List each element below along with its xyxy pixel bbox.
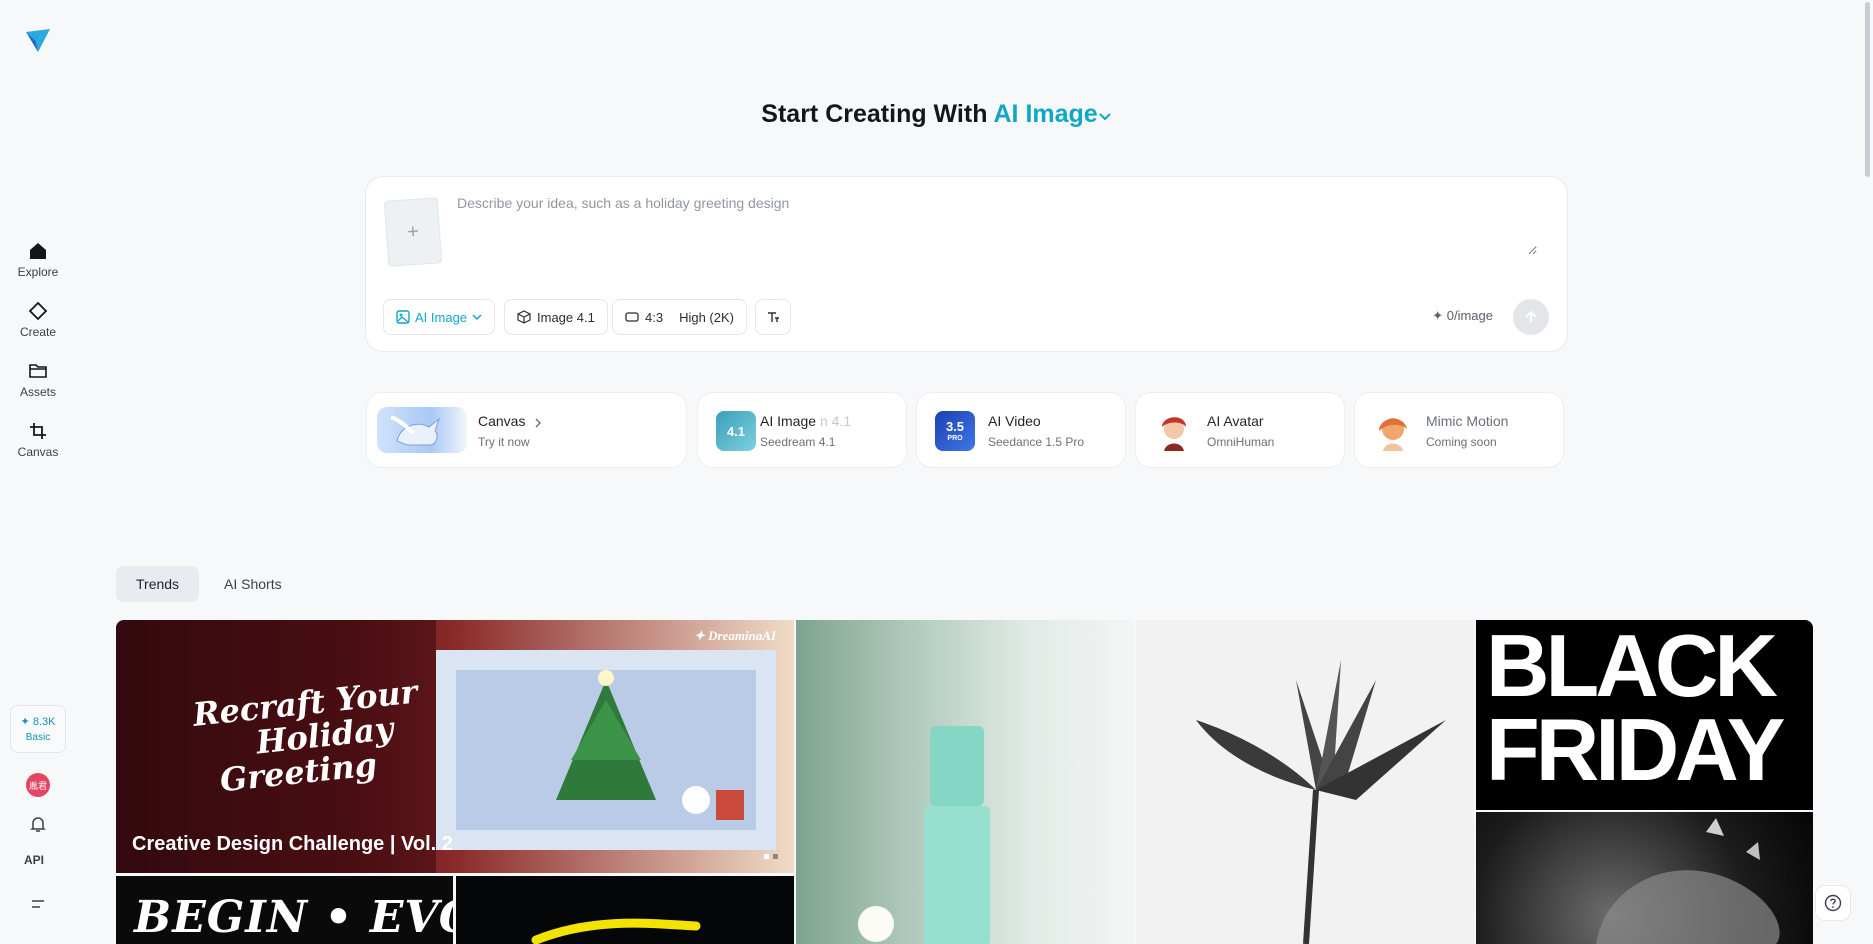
seedance-thumb-text: 3.5 <box>945 419 965 434</box>
folder-icon <box>27 360 49 382</box>
mimic-motion-thumbnail <box>1373 411 1413 451</box>
dreamina-logo[interactable] <box>24 26 52 54</box>
diamond-icon <box>27 300 49 322</box>
crop-icon <box>27 420 49 442</box>
feature-card-title: Mimic Motion <box>1426 413 1509 429</box>
feature-card-title: AI Image <box>760 413 817 429</box>
feature-card-canvas[interactable]: Canvas Try it now <box>366 392 687 468</box>
prompt-input[interactable] <box>457 195 1537 255</box>
headline-prefix: Start Creating With <box>761 100 988 128</box>
canvas-pegasus-thumbnail <box>377 407 467 453</box>
menu-icon[interactable] <box>26 892 50 916</box>
avatar-character-thumbnail <box>1154 411 1194 451</box>
tab-trends[interactable]: Trends <box>116 566 200 602</box>
feed-item-bird-of-paradise[interactable] <box>1136 620 1474 944</box>
nav-explore-label: Explore <box>17 265 59 279</box>
banner-caption: Creative Design Challenge | Vol. 2 <box>132 833 453 855</box>
seedance-thumb-badge: PRO <box>947 435 963 442</box>
feature-card-title: AI Video <box>988 413 1041 429</box>
aspect-ratio-icon <box>625 311 639 323</box>
quality-label: High (2K) <box>679 309 734 325</box>
black-friday-line: FRIDAY <box>1486 700 1785 799</box>
feature-card-mimic-motion[interactable]: Mimic Motion Coming soon <box>1354 392 1564 468</box>
feed-item-neon-stroke[interactable] <box>456 876 794 944</box>
bell-icon[interactable] <box>26 812 50 836</box>
ratio-label: 4:3 <box>645 309 664 325</box>
cost-per-image: ✦ 0/image <box>1432 308 1493 323</box>
model-chip-label: Image 4.1 <box>537 309 595 325</box>
arrow-up-icon <box>1524 310 1538 324</box>
feature-card-title: Canvas <box>478 413 526 429</box>
feature-card-ai-image[interactable]: 4.1 AI Image n 4.1 Seedream 4.1 <box>697 392 907 468</box>
seedance-thumbnail: 3.5 PRO <box>935 411 975 451</box>
nav-explore[interactable]: Explore <box>0 240 76 279</box>
prompt-box: + AI Image Image 4.1 4:3 High (2K) ✦ 0/i… <box>365 176 1568 352</box>
page-title: Start Creating With AI Image <box>0 100 1873 129</box>
help-icon <box>1824 894 1842 912</box>
page-scrollbar[interactable] <box>1861 0 1873 944</box>
chevron-right-icon <box>534 415 542 433</box>
feed-item-begin-evolve[interactable]: BEGIN • EVOLVE • <box>116 876 453 944</box>
black-friday-line: BLACK <box>1486 620 1778 715</box>
begin-evolve-text: BEGIN • EVOLVE • <box>134 892 453 943</box>
feature-card-subtitle: Seedream 4.1 <box>760 435 836 449</box>
feed-item-black-friday[interactable]: BLACK FRIDAY <box>1476 620 1813 810</box>
brand-watermark: ✦ DreaminaAI <box>693 628 776 643</box>
feature-card-subtitle: Coming soon <box>1426 435 1497 449</box>
send-button[interactable] <box>1513 299 1549 335</box>
credits-badge[interactable]: ✦ 8.3K Basic <box>10 705 66 753</box>
seedream-thumb-text: 4.1 <box>726 423 746 439</box>
feature-card-title: AI Avatar <box>1207 413 1264 429</box>
feature-card-subtitle: Try it now <box>478 435 530 449</box>
scrollbar-thumb[interactable] <box>1865 2 1870 177</box>
black-friday-text: BLACK FRIDAY <box>1486 620 1785 799</box>
nav-create-label: Create <box>19 325 57 339</box>
nav-assets-label: Assets <box>19 385 56 399</box>
mode-dropdown[interactable]: AI Image <box>994 100 1112 128</box>
seedream-thumbnail: 4.1 <box>716 411 756 451</box>
mode-chip-label: AI Image <box>415 309 468 325</box>
feature-card-overlay-text: n 4.1 <box>820 413 852 429</box>
ratio-quality-chip[interactable]: 4:3 High (2K) <box>612 299 747 335</box>
text-format-icon <box>766 310 780 324</box>
avatar[interactable]: 胤君 <box>26 773 50 797</box>
feature-card-ai-video[interactable]: 3.5 PRO AI Video Seedance 1.5 Pro <box>916 392 1126 468</box>
nav-canvas[interactable]: Canvas <box>0 420 76 459</box>
sidebar: Explore Create Assets Canvas ✦ 8.3K Basi… <box>0 0 76 944</box>
cube-icon <box>517 310 531 324</box>
api-link[interactable]: API <box>24 853 44 867</box>
feature-card-subtitle: Seedance 1.5 Pro <box>988 435 1085 449</box>
credits-amount: ✦ 8.3K <box>20 716 56 728</box>
tab-ai-shorts[interactable]: AI Shorts <box>204 566 302 602</box>
credits-plan: Basic <box>25 732 51 743</box>
nav-create[interactable]: Create <box>0 300 76 339</box>
challenge-banner[interactable]: ✦ DreaminaAI Recraft Your Holiday Greeti… <box>116 620 794 873</box>
chevron-down-icon <box>472 313 482 321</box>
nav-canvas-label: Canvas <box>17 445 59 459</box>
carousel-dots[interactable] <box>764 854 778 859</box>
nav-assets[interactable]: Assets <box>0 360 76 399</box>
chevron-down-icon <box>1098 100 1112 128</box>
feed-item-bottle[interactable] <box>796 620 1134 944</box>
mode-select-chip[interactable]: AI Image <box>383 299 496 335</box>
feed-item-shattered-rock[interactable] <box>1476 812 1813 944</box>
plus-icon: + <box>406 220 420 243</box>
text-style-button[interactable] <box>755 299 791 335</box>
home-icon <box>27 240 49 262</box>
help-button[interactable] <box>1815 885 1851 921</box>
feature-card-subtitle: OmniHuman <box>1207 435 1275 449</box>
image-icon <box>396 310 410 324</box>
feature-card-ai-avatar[interactable]: AI Avatar OmniHuman <box>1135 392 1345 468</box>
headline-mode: AI Image <box>993 100 1098 128</box>
add-reference-button[interactable]: + <box>383 197 443 267</box>
model-select-chip[interactable]: Image 4.1 <box>504 299 608 335</box>
